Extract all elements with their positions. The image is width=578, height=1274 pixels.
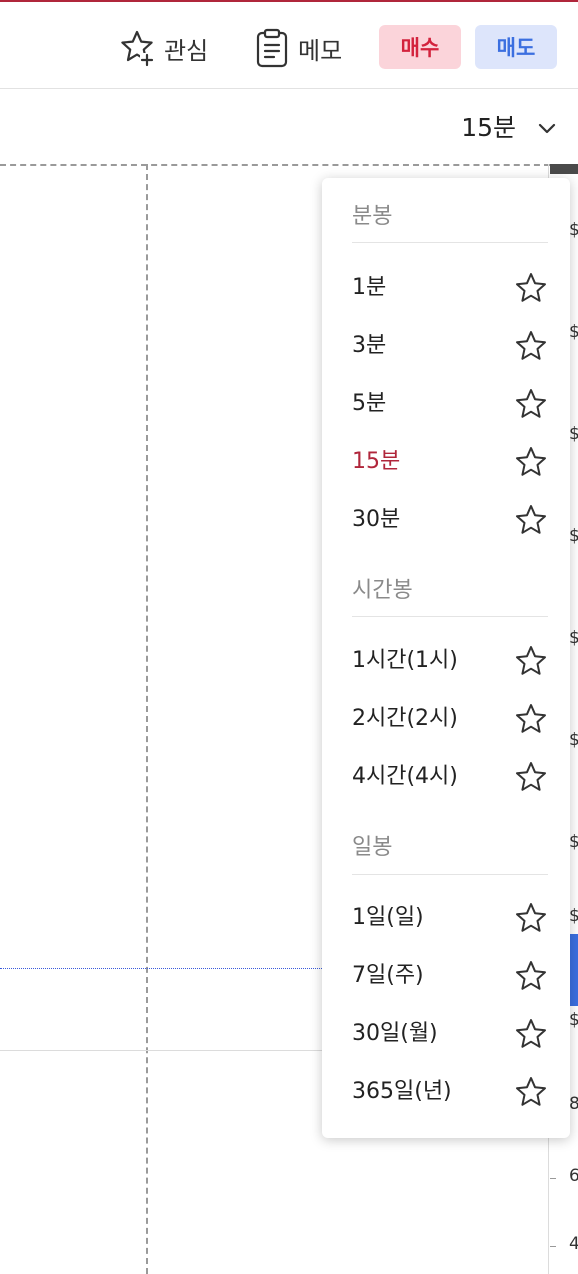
price-axis-marker — [550, 164, 578, 174]
interval-option[interactable]: 1분 — [352, 268, 548, 308]
section-divider — [352, 874, 548, 875]
interval-option-label: 365일(년) — [352, 1079, 452, 1104]
interval-option-label: 1분 — [352, 275, 387, 300]
interval-option-label: 30일(월) — [352, 1021, 438, 1046]
interval-option[interactable]: 365일(년) — [352, 1072, 548, 1112]
axis-label: $ — [569, 220, 578, 240]
interval-option[interactable]: 30일(월) — [352, 1014, 548, 1054]
axis-label: $ — [569, 628, 578, 648]
star-outline-icon[interactable] — [514, 445, 548, 479]
axis-label: $ — [569, 730, 578, 750]
interval-bar: 15분 — [0, 90, 578, 164]
watchlist-label: 관심 — [164, 36, 209, 65]
interval-selector[interactable]: 15분 — [461, 106, 556, 146]
axis-label: 8 — [569, 1094, 578, 1114]
star-plus-icon — [118, 29, 156, 67]
crosshair-vertical — [146, 164, 148, 1274]
axis-label: $ — [569, 526, 578, 546]
interval-option[interactable]: 2시간(2시) — [352, 699, 548, 739]
interval-option-selected[interactable]: 15분 — [352, 442, 548, 482]
star-outline-icon[interactable] — [514, 1017, 548, 1051]
interval-option-label: 3분 — [352, 333, 387, 358]
interval-option-label: 1시간(1시) — [352, 648, 458, 673]
star-outline-icon[interactable] — [514, 702, 548, 736]
watchlist-button[interactable]: 관심 — [118, 26, 208, 70]
interval-option[interactable]: 7일(주) — [352, 956, 548, 996]
chevron-down-icon — [538, 112, 556, 141]
interval-option[interactable]: 4시간(4시) — [352, 757, 548, 797]
axis-label: $ — [569, 906, 578, 926]
interval-option-label: 4시간(4시) — [352, 764, 458, 789]
memo-label: 메모 — [298, 36, 343, 65]
header-bar: 관심 메모 매수 매도 — [0, 2, 578, 89]
section-title-minute: 분봉 — [352, 204, 393, 229]
star-outline-icon[interactable] — [514, 1075, 548, 1109]
crosshair-horizontal — [0, 164, 550, 166]
section-title-day: 일봉 — [352, 835, 393, 860]
buy-button[interactable]: 매수 — [379, 25, 461, 69]
current-interval-label: 15분 — [461, 113, 516, 142]
star-outline-icon[interactable] — [514, 959, 548, 993]
interval-option[interactable]: 1시간(1시) — [352, 641, 548, 681]
star-outline-icon[interactable] — [514, 644, 548, 678]
axis-tick — [550, 1246, 556, 1247]
interval-dropdown-menu: 분봉 1분 3분 5분 15분 30분 시간봉 1시간(1시) 2시간(2시) … — [322, 178, 570, 1138]
interval-option[interactable]: 5분 — [352, 384, 548, 424]
star-outline-icon[interactable] — [514, 760, 548, 794]
axis-label: 4 — [569, 1234, 578, 1254]
star-outline-icon[interactable] — [514, 329, 548, 363]
axis-label: $ — [569, 424, 578, 444]
axis-label: $ — [569, 832, 578, 852]
memo-button[interactable]: 메모 — [254, 26, 342, 70]
section-title-hour: 시간봉 — [352, 578, 413, 603]
interval-option-label: 15분 — [352, 449, 401, 474]
interval-option[interactable]: 30분 — [352, 500, 548, 540]
interval-option-label: 7일(주) — [352, 963, 424, 988]
axis-label: $ — [569, 1010, 578, 1030]
interval-option-label: 1일(일) — [352, 905, 424, 930]
axis-tick — [550, 1178, 556, 1179]
star-outline-icon[interactable] — [514, 387, 548, 421]
interval-option-label: 2시간(2시) — [352, 706, 458, 731]
section-divider — [352, 242, 548, 243]
star-outline-icon[interactable] — [514, 901, 548, 935]
interval-option[interactable]: 1일(일) — [352, 898, 548, 938]
interval-option[interactable]: 3분 — [352, 326, 548, 366]
star-outline-icon[interactable] — [514, 503, 548, 537]
sell-button[interactable]: 매도 — [475, 25, 557, 69]
axis-label: $ — [569, 322, 578, 342]
section-divider — [352, 616, 548, 617]
interval-option-label: 30분 — [352, 507, 401, 532]
interval-option-label: 5분 — [352, 391, 387, 416]
clipboard-icon — [254, 28, 290, 68]
axis-label: 6 — [569, 1166, 578, 1186]
star-outline-icon[interactable] — [514, 271, 548, 305]
